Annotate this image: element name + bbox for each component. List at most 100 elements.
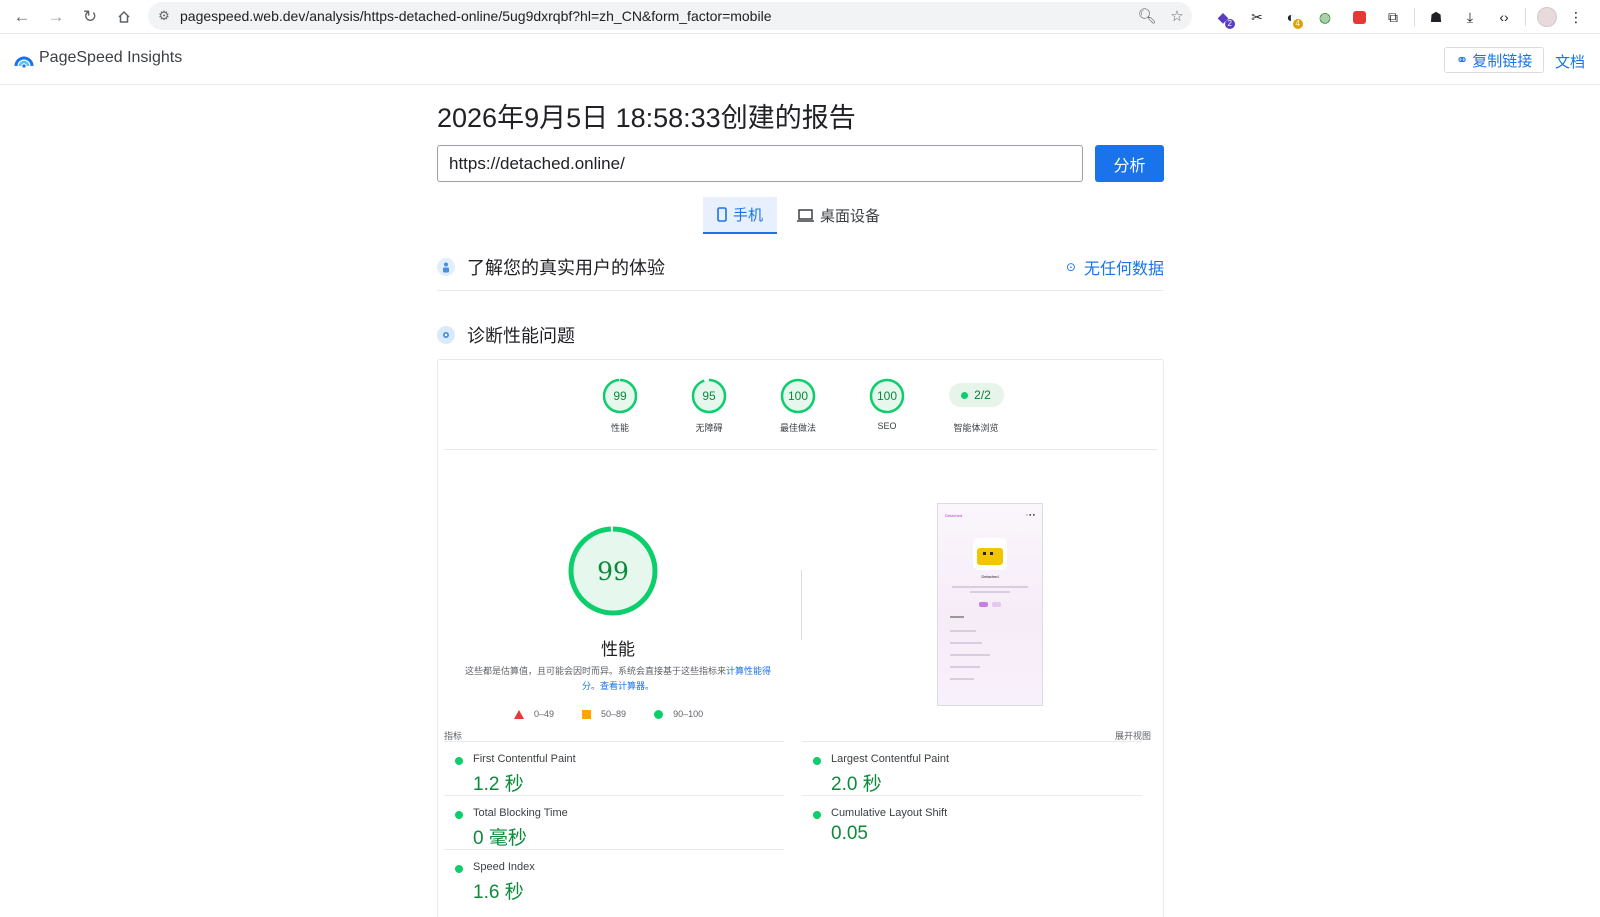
info-circle-icon: ⊙ bbox=[1065, 260, 1076, 274]
score-legend: 0–49 50–89 90–100 bbox=[514, 709, 731, 719]
tab-mobile-label: 手机 bbox=[733, 207, 764, 224]
zoom-icon[interactable]: 🔍︎ bbox=[1132, 7, 1162, 25]
gauge-value: 95 bbox=[702, 389, 716, 403]
pass-dot-icon bbox=[961, 391, 969, 399]
desc-text: 这些都是估算值，且可能会因时而异。系统会直接基于这些指标来 bbox=[464, 666, 726, 676]
app-title[interactable]: PageSpeed Insights bbox=[39, 49, 182, 67]
toolbar-separator bbox=[1525, 8, 1526, 26]
no-data-link[interactable]: ⊙ 无任何数据 bbox=[1066, 255, 1164, 279]
legend-good: 90–100 bbox=[654, 709, 703, 719]
scissors-icon[interactable]: ✂ bbox=[1240, 3, 1274, 31]
legend-average: 50–89 bbox=[582, 709, 626, 719]
devtools-icon[interactable]: ‹› bbox=[1487, 3, 1521, 31]
pass-dot-icon bbox=[813, 811, 821, 819]
mascot-icon bbox=[973, 538, 1007, 570]
square-icon bbox=[582, 709, 592, 719]
download-icon[interactable]: ⤓ bbox=[1453, 3, 1487, 31]
desc-text: 。 bbox=[590, 681, 600, 691]
metric-value: 1.2 秒 bbox=[473, 774, 524, 795]
legend-label: 50–89 bbox=[601, 709, 627, 719]
purple-gem-icon[interactable]: ◆ 2 bbox=[1206, 3, 1240, 31]
desc-text: 。 bbox=[645, 681, 655, 691]
copy-link-label: 复制链接 bbox=[1472, 52, 1533, 70]
gauges-divider bbox=[444, 449, 1157, 450]
back-icon[interactable]: ← bbox=[6, 3, 38, 31]
crux-title: 了解您的真实用户的体验 bbox=[467, 258, 665, 278]
screenshot-text-line bbox=[952, 586, 1028, 588]
tab-mobile[interactable]: 手机 bbox=[703, 197, 778, 234]
globe-icon[interactable]: ◍ bbox=[1308, 3, 1342, 31]
copy-link-button[interactable]: ⚭ 复制链接 bbox=[1444, 47, 1544, 73]
gauge-seo[interactable]: 100 SEO bbox=[852, 377, 922, 431]
page-screenshot[interactable]: Detached ○ ● ● Detached bbox=[937, 503, 1043, 706]
address-url[interactable]: pagespeed.web.dev/analysis/https-detache… bbox=[180, 8, 1132, 24]
agentic-pill: 2/2 bbox=[948, 383, 1004, 407]
legend-poor: 0–49 bbox=[514, 709, 554, 719]
media-icon[interactable] bbox=[1342, 3, 1376, 31]
metrics-left-column: First Contentful Paint 1.2 秒 Total Block… bbox=[444, 741, 784, 903]
forward-icon[interactable]: → bbox=[40, 3, 72, 31]
screenshot-chip bbox=[992, 602, 1001, 607]
metric-name: Cumulative Layout Shift bbox=[831, 807, 948, 819]
link-icon: ⚭ bbox=[1455, 52, 1469, 69]
menu-dots-icon[interactable]: ⋮ bbox=[1564, 3, 1588, 31]
screenshot-text-line bbox=[950, 654, 990, 656]
metric-lcp: Largest Contentful Paint 2.0 秒 bbox=[802, 741, 1142, 795]
screenshot-icons: ○ ● ● bbox=[1025, 512, 1035, 517]
vertical-divider bbox=[801, 570, 802, 640]
gauge-label: SEO bbox=[877, 421, 897, 431]
calculator-link[interactable]: 查看计算器 bbox=[600, 681, 645, 691]
incognito-icon[interactable]: ☗ bbox=[1419, 3, 1453, 31]
lighthouse-report-card: 99 性能 95 无障碍 100 最佳做法 100 SEO 2/2 智能体浏览 … bbox=[437, 359, 1164, 917]
tab-desktop[interactable]: 桌面设备 bbox=[783, 197, 894, 234]
url-input[interactable] bbox=[437, 145, 1083, 182]
screenshot-text-line bbox=[950, 666, 980, 668]
performance-big-gauge: 99 bbox=[568, 526, 658, 616]
metrics-right-column: Largest Contentful Paint 2.0 秒 Cumulativ… bbox=[802, 741, 1142, 849]
profile-avatar[interactable] bbox=[1530, 3, 1564, 31]
puzzle-icon[interactable]: ⧉ bbox=[1376, 3, 1410, 31]
toolbar-separator bbox=[1414, 8, 1415, 26]
metric-cls: Cumulative Layout Shift 0.05 bbox=[802, 795, 1142, 849]
score-gauges: 99 性能 95 无障碍 100 最佳做法 100 SEO 2/2 智能体浏览 bbox=[438, 360, 1165, 449]
screenshot-text-line bbox=[950, 616, 964, 618]
extensions-area: ◆ 2 ✂ ◐ 4 ◍ ⧉ ☗ ⤓ ‹› ⋮ bbox=[1206, 3, 1588, 31]
home-icon[interactable] bbox=[108, 3, 140, 31]
gauge-ring: 95 bbox=[691, 378, 727, 414]
gauge-agentic-browsing[interactable]: 2/2 智能体浏览 bbox=[941, 377, 1011, 434]
gauge-value: 99 bbox=[613, 389, 627, 403]
screenshot-text-line bbox=[950, 642, 982, 644]
gauge-label: 智能体浏览 bbox=[953, 423, 999, 433]
pass-dot-icon bbox=[455, 865, 463, 873]
metric-value: 2.0 秒 bbox=[831, 774, 882, 795]
pass-dot-icon bbox=[455, 757, 463, 765]
performance-score-value: 99 bbox=[597, 557, 629, 586]
site-info-icon[interactable]: ⚙ bbox=[148, 8, 180, 24]
pagespeed-logo-icon[interactable] bbox=[14, 50, 34, 70]
performance-title: 性能 bbox=[601, 640, 635, 659]
gauge-ring: 99 bbox=[602, 378, 638, 414]
bookmark-star-icon[interactable]: ☆ bbox=[1162, 7, 1192, 25]
reload-icon[interactable]: ↻ bbox=[74, 3, 106, 31]
metric-name: Largest Contentful Paint bbox=[831, 753, 950, 765]
circle-arrow-icon[interactable]: ◐ 4 bbox=[1274, 3, 1308, 31]
gauge-accessibility[interactable]: 95 无障碍 bbox=[674, 377, 744, 434]
docs-link[interactable]: 文档 bbox=[1555, 51, 1585, 72]
screenshot-chip bbox=[979, 602, 988, 607]
users-icon bbox=[437, 258, 455, 276]
metric-value: 1.6 秒 bbox=[473, 882, 524, 903]
gauge-best-practices[interactable]: 100 最佳做法 bbox=[763, 377, 833, 434]
screenshot-text-line bbox=[950, 630, 976, 632]
pass-dot-icon bbox=[813, 757, 821, 765]
gauge-label: 性能 bbox=[610, 423, 629, 433]
section-divider bbox=[437, 290, 1164, 291]
address-bar[interactable]: ⚙ pagespeed.web.dev/analysis/https-detac… bbox=[148, 2, 1192, 30]
metric-si: Speed Index 1.6 秒 bbox=[444, 849, 784, 903]
gauge-value: 100 bbox=[877, 389, 897, 403]
triangle-icon bbox=[514, 709, 524, 719]
analyze-button[interactable]: 分析 bbox=[1095, 145, 1164, 182]
avatar bbox=[1537, 7, 1557, 27]
browser-toolbar: ← → ↻ ⚙ pagespeed.web.dev/analysis/https… bbox=[0, 0, 1600, 34]
gauge-performance[interactable]: 99 性能 bbox=[585, 377, 655, 434]
metric-name: Speed Index bbox=[473, 861, 535, 873]
